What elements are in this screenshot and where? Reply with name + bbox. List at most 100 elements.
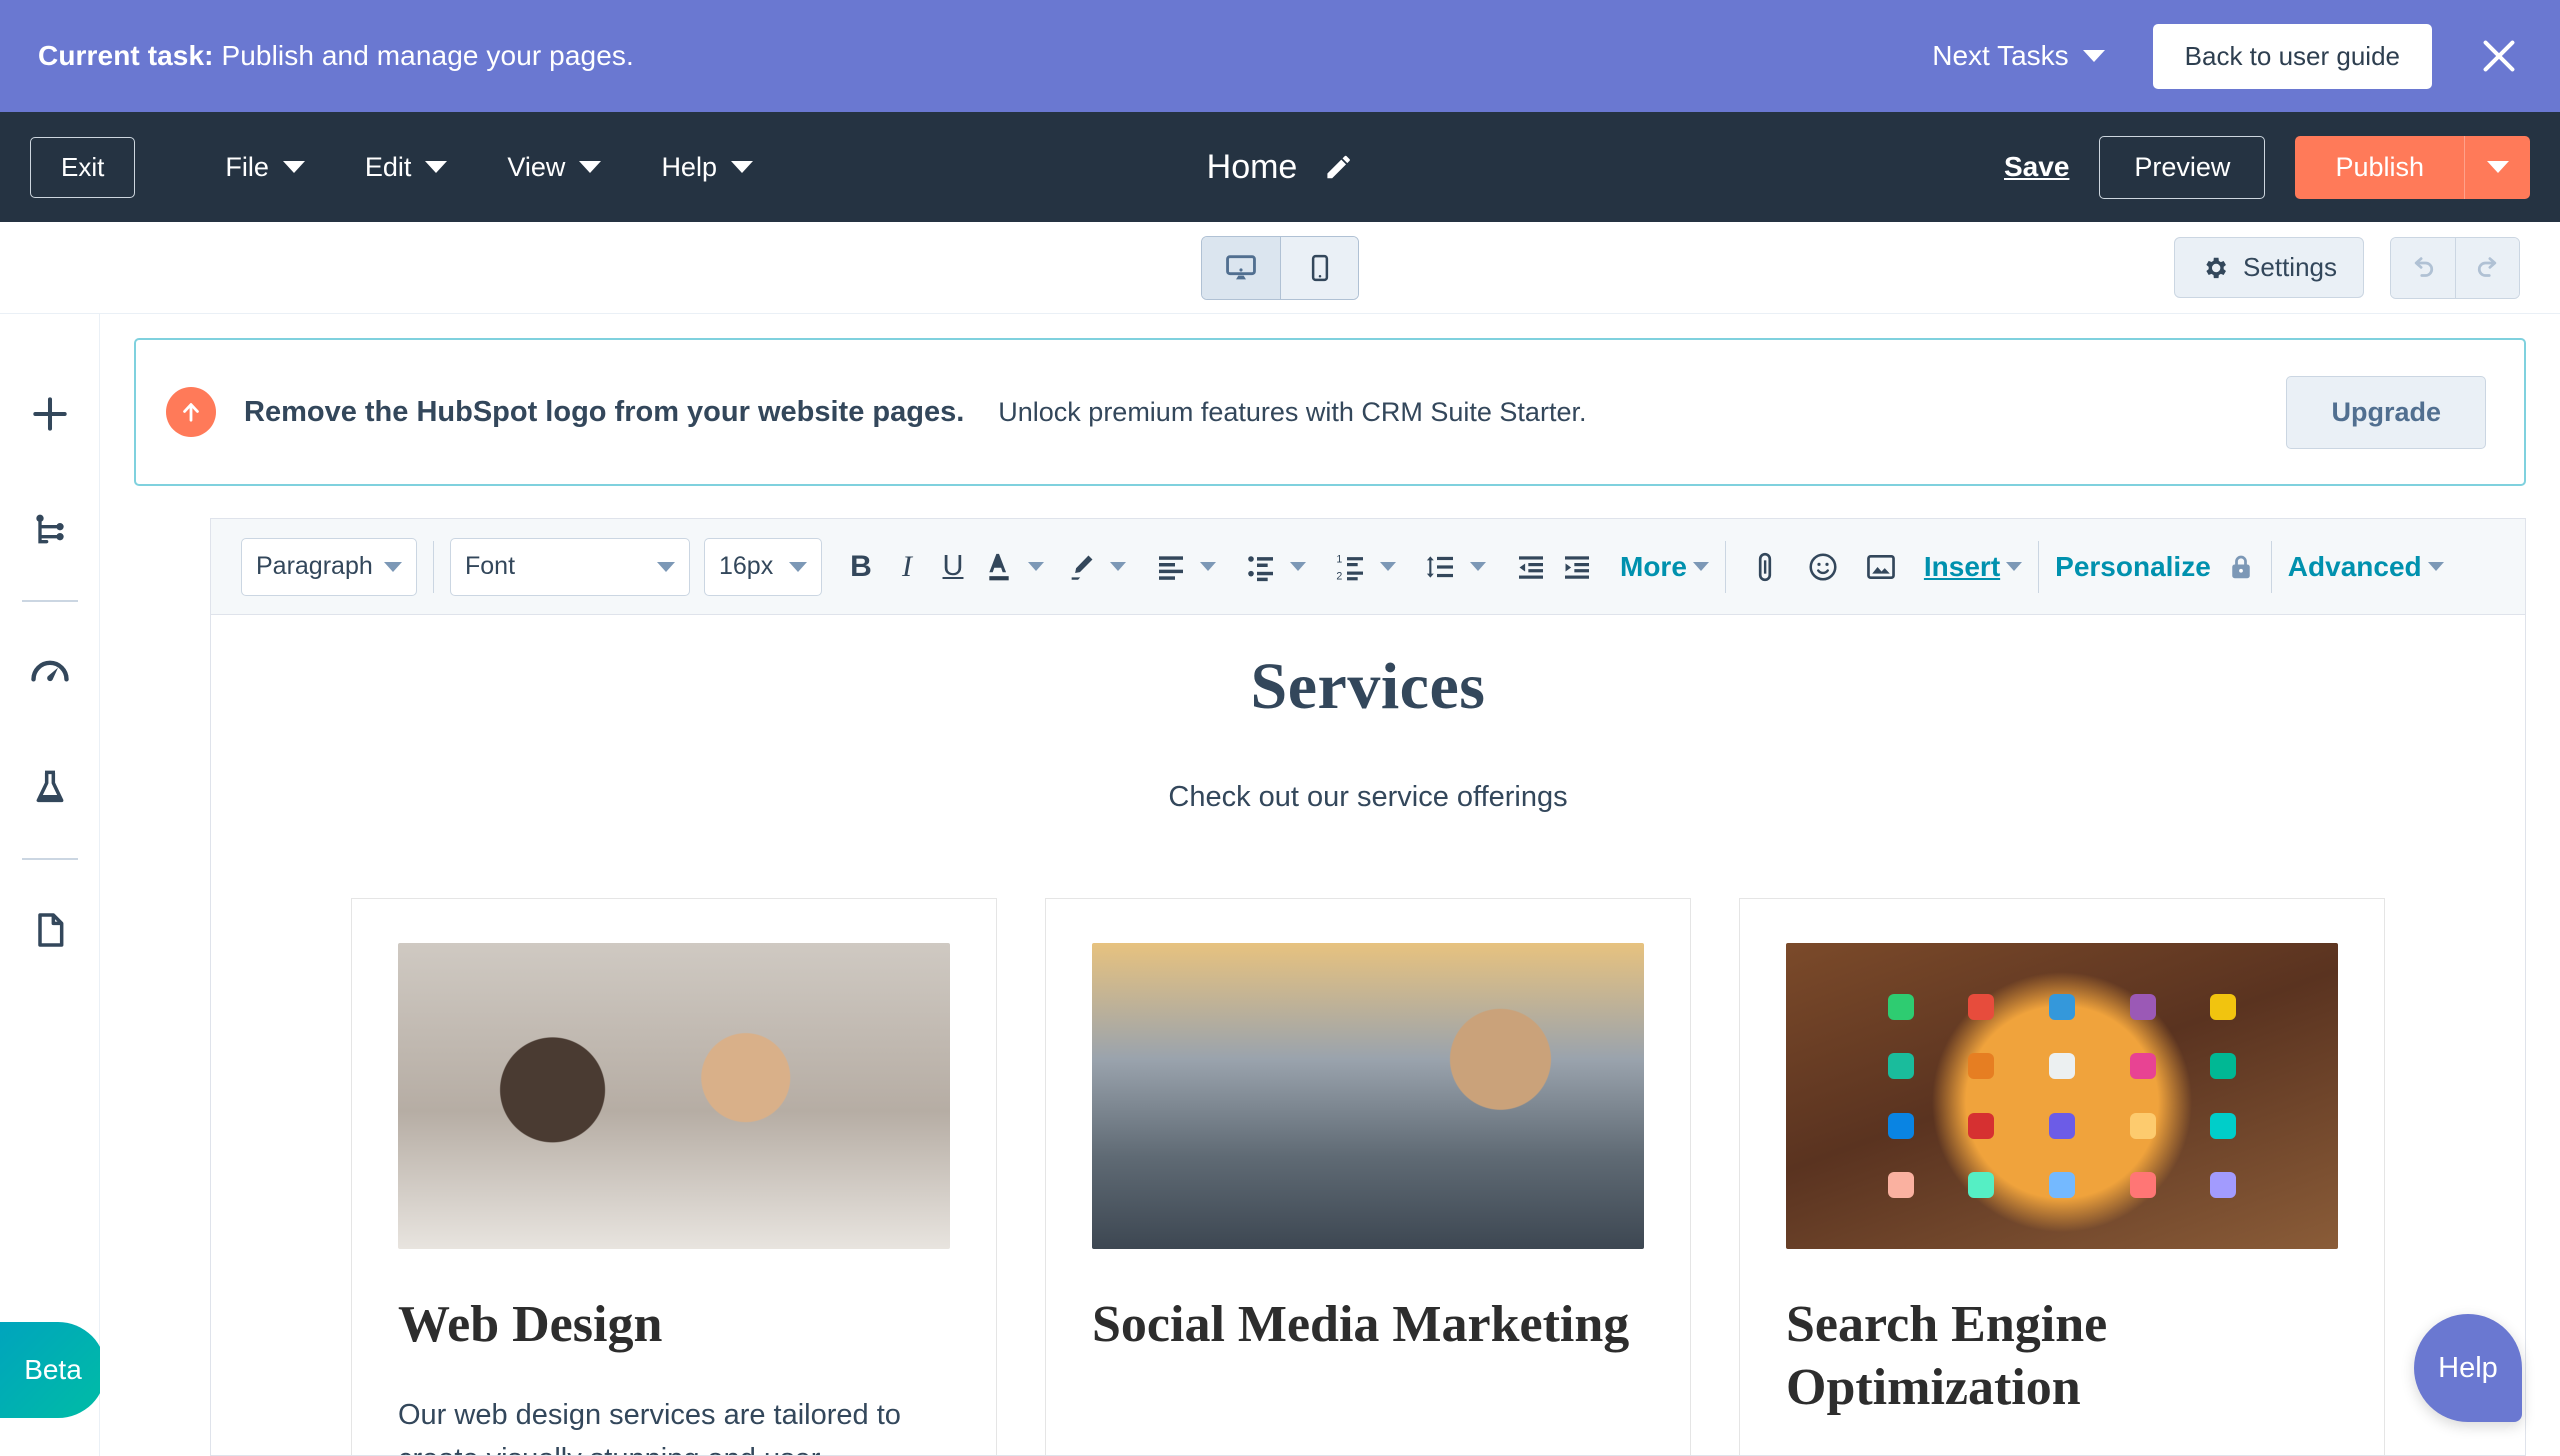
help-button[interactable]: Help [2414, 1314, 2522, 1422]
underline-button[interactable]: U [930, 539, 976, 595]
device-mobile-button[interactable] [1280, 237, 1358, 299]
editor-content-column: Remove the HubSpot logo from your websit… [100, 314, 2560, 1456]
numbered-list-icon: 1 2 [1335, 552, 1367, 582]
menu-edit[interactable]: Edit [335, 140, 478, 195]
bullet-list-icon [1245, 552, 1277, 582]
indent-button[interactable] [1554, 539, 1600, 595]
chevron-down-icon [579, 161, 601, 173]
service-card[interactable]: Search Engine Optimization [1739, 898, 2385, 1455]
numbered-list-group[interactable]: 1 2 [1328, 539, 1396, 595]
section-subtitle: Check out our service offerings [211, 781, 2525, 814]
undo-icon [2408, 253, 2438, 283]
upgrade-button[interactable]: Upgrade [2286, 376, 2486, 449]
insert-image-button[interactable] [1858, 539, 1904, 595]
align-button[interactable] [1148, 539, 1194, 595]
chevron-down-icon [384, 562, 402, 572]
chevron-down-icon [1110, 562, 1126, 571]
back-to-user-guide-button[interactable]: Back to user guide [2153, 24, 2432, 89]
save-link[interactable]: Save [2004, 151, 2069, 183]
line-height-button[interactable] [1418, 539, 1464, 595]
preview-button[interactable]: Preview [2099, 136, 2265, 199]
font-family-select[interactable]: Font [450, 538, 690, 596]
close-icon[interactable] [2476, 33, 2522, 79]
device-desktop-button[interactable] [1202, 237, 1280, 299]
text-color-group[interactable] [976, 539, 1044, 595]
font-size-value: 16px [719, 552, 773, 581]
menu-edit-label: Edit [365, 152, 412, 183]
lock-icon [2227, 552, 2255, 582]
chevron-down-icon [1028, 562, 1044, 571]
undo-button[interactable] [2391, 238, 2455, 298]
chevron-down-icon [657, 562, 675, 572]
toolbar-divider [2271, 541, 2272, 593]
highlight-button[interactable] [1058, 539, 1104, 595]
exit-button[interactable]: Exit [30, 137, 135, 198]
upgrade-subtitle: Unlock premium features with CRM Suite S… [998, 397, 1586, 428]
current-task-banner: Current task: Publish and manage your pa… [0, 0, 2560, 112]
outdent-icon [1515, 552, 1547, 582]
left-sidebar: Beta [0, 314, 100, 1456]
block-format-select[interactable]: Paragraph [241, 538, 417, 596]
service-card[interactable]: Web Design Our web design services are t… [351, 898, 997, 1455]
bullet-list-button[interactable] [1238, 539, 1284, 595]
svg-text:1: 1 [1336, 553, 1342, 565]
editor-body: Beta Remove the HubSpot logo from your w… [0, 314, 2560, 1456]
sidebar-item-optimize[interactable] [0, 614, 100, 730]
advanced-menu[interactable]: Advanced [2288, 551, 2444, 583]
chevron-down-icon [1470, 562, 1486, 571]
service-card-image [1092, 943, 1644, 1249]
emoji-icon [1807, 551, 1839, 583]
menu-help[interactable]: Help [631, 140, 783, 195]
sidebar-item-page-files[interactable] [0, 872, 100, 988]
publish-options-button[interactable] [2464, 136, 2530, 199]
image-icon [1865, 552, 1897, 582]
settings-button[interactable]: Settings [2174, 237, 2364, 298]
page-preview-canvas[interactable]: Services Check out our service offerings… [211, 615, 2525, 1455]
outdent-button[interactable] [1508, 539, 1554, 595]
highlight-group[interactable] [1058, 539, 1126, 595]
arrow-up-icon [177, 398, 205, 426]
desktop-icon [1224, 251, 1258, 285]
upgrade-banner: Remove the HubSpot logo from your websit… [134, 338, 2526, 486]
line-height-group[interactable] [1418, 539, 1486, 595]
text-color-icon [983, 550, 1015, 584]
insert-emoji-button[interactable] [1800, 539, 1846, 595]
page-title: Home [1207, 148, 1298, 187]
bold-button[interactable]: B [838, 539, 884, 595]
service-cards: Web Design Our web design services are t… [211, 898, 2525, 1455]
align-left-icon [1155, 552, 1187, 582]
bullet-list-group[interactable] [1238, 539, 1306, 595]
insert-link-button[interactable] [1742, 539, 1788, 595]
publish-button[interactable]: Publish [2295, 136, 2464, 199]
sidebar-item-ab-test[interactable] [0, 730, 100, 846]
service-card-heading: Web Design [398, 1293, 950, 1356]
current-task-label: Current task: [38, 40, 214, 71]
chevron-down-icon [1200, 562, 1216, 571]
personalize-button[interactable]: Personalize [2055, 551, 2255, 583]
pencil-icon[interactable] [1323, 152, 1353, 182]
chevron-down-icon [789, 562, 807, 572]
service-card-image [1786, 943, 2338, 1249]
svg-text:2: 2 [1336, 570, 1342, 581]
align-group[interactable] [1148, 539, 1216, 595]
next-tasks-dropdown[interactable]: Next Tasks [1932, 40, 2104, 72]
service-card[interactable]: Social Media Marketing [1045, 898, 1691, 1455]
current-task-text: Current task: Publish and manage your pa… [38, 40, 634, 72]
sidebar-item-page-structure[interactable] [0, 472, 100, 588]
menu-view[interactable]: View [477, 140, 631, 195]
more-label: More [1620, 551, 1687, 583]
text-color-button[interactable] [976, 539, 1022, 595]
chevron-down-icon [2428, 562, 2444, 571]
italic-button[interactable]: I [884, 539, 930, 595]
document-icon [30, 910, 70, 950]
sidebar-item-add-module[interactable] [0, 356, 100, 472]
numbered-list-button[interactable]: 1 2 [1328, 539, 1374, 595]
redo-button[interactable] [2455, 238, 2519, 298]
more-menu[interactable]: More [1620, 551, 1709, 583]
app-icons-overlay [1863, 980, 2260, 1213]
beta-badge: Beta [0, 1322, 106, 1418]
font-size-select[interactable]: 16px [704, 538, 822, 596]
menu-file[interactable]: File [195, 140, 335, 195]
chevron-down-icon [2083, 50, 2105, 62]
insert-menu[interactable]: Insert [1924, 551, 2022, 583]
